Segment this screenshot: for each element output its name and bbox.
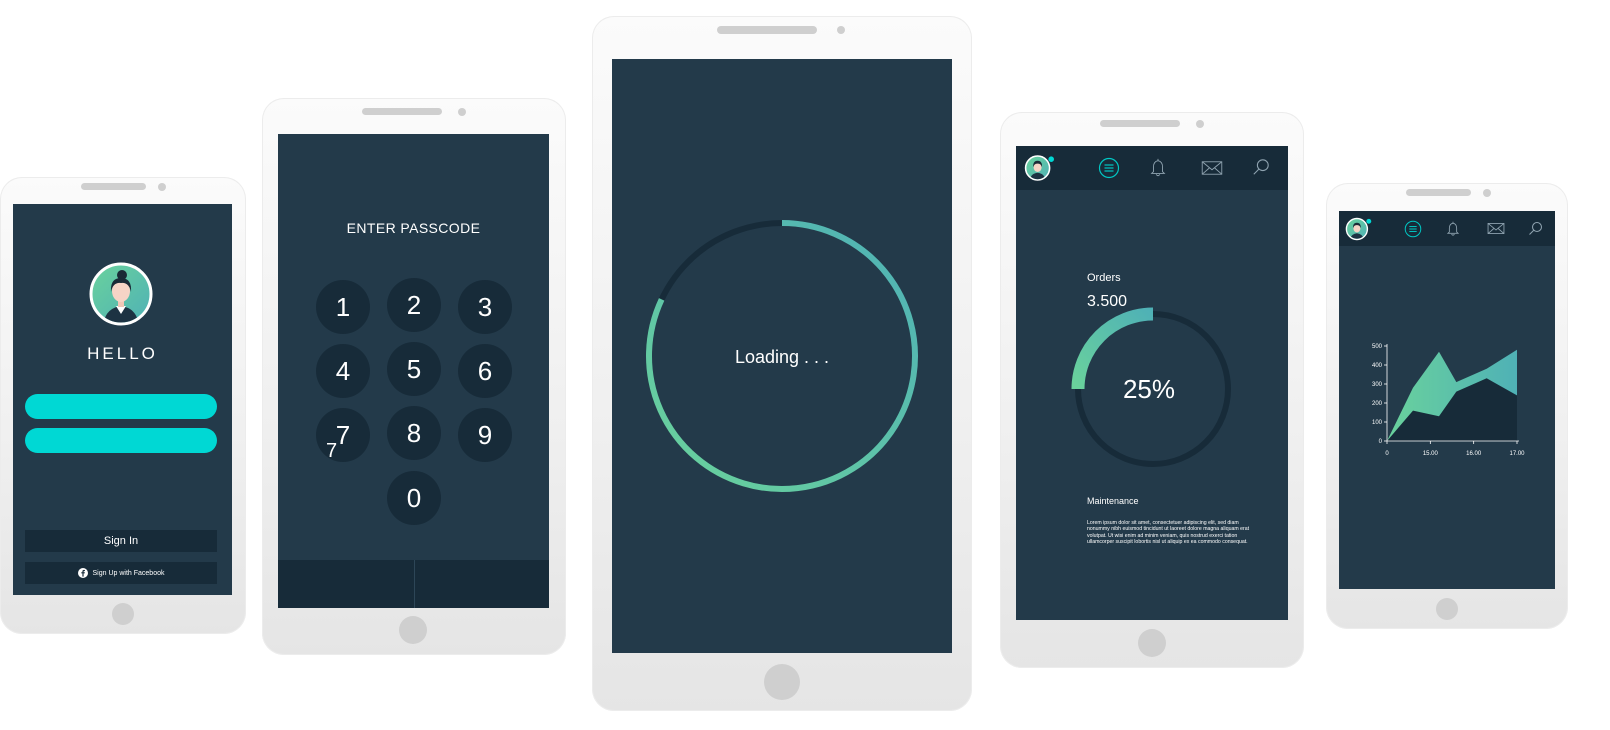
passcode-screen: ENTER PASSCODE 1 2 3 4 5 6 7 8 9 7 0 bbox=[278, 134, 549, 608]
maintenance-text: Lorem ipsum dolor sit amet, consectetuer… bbox=[1087, 520, 1250, 546]
y-tick-label: 300 bbox=[1372, 382, 1383, 388]
key-0[interactable]: 0 bbox=[387, 471, 441, 525]
chart-screen: 0 100 200 300 400 500 0 15.00 16.00 17.00 bbox=[1339, 211, 1555, 589]
key-2[interactable]: 2 bbox=[387, 278, 441, 332]
facebook-row: Sign Up with Facebook bbox=[25, 568, 217, 578]
key-9[interactable]: 9 bbox=[458, 408, 512, 462]
home-button[interactable] bbox=[764, 664, 800, 700]
x-tick-label: 16.00 bbox=[1466, 451, 1482, 457]
key-4[interactable]: 4 bbox=[316, 344, 370, 398]
password-input[interactable] bbox=[25, 428, 217, 453]
speaker bbox=[81, 183, 146, 190]
hello-title: HELLO bbox=[87, 344, 158, 363]
y-tick-label: 0 bbox=[1379, 439, 1383, 445]
speaker bbox=[362, 108, 442, 115]
avatar bbox=[89, 262, 153, 326]
y-tick-label: 200 bbox=[1372, 401, 1383, 407]
sign-in-button[interactable]: Sign In bbox=[25, 530, 217, 552]
loading-screen: Loading . . . bbox=[612, 59, 952, 653]
passcode-title: ENTER PASSCODE bbox=[346, 220, 481, 236]
area-chart: 0 100 200 300 400 500 0 15.00 16.00 17.00 bbox=[1372, 344, 1525, 457]
login-screen: HELLO Sign In Sign Up with Facebook bbox=[13, 204, 232, 595]
home-button[interactable] bbox=[1138, 629, 1166, 657]
sign-in-label: Sign In bbox=[103, 535, 139, 547]
y-tick-label: 100 bbox=[1372, 420, 1383, 426]
orders-percent: 25% bbox=[1122, 374, 1176, 404]
camera bbox=[1196, 120, 1204, 128]
x-tick-label: 15.00 bbox=[1423, 451, 1439, 457]
key-8[interactable]: 8 bbox=[387, 406, 441, 460]
bottom-right-button[interactable] bbox=[414, 560, 550, 608]
speaker bbox=[1406, 189, 1471, 196]
loading-label: Loading . . . bbox=[734, 347, 830, 367]
facebook-signup-button[interactable]: Sign Up with Facebook bbox=[25, 562, 217, 584]
passcode-bottom-bar bbox=[278, 560, 549, 608]
camera bbox=[837, 26, 845, 34]
key-7[interactable]: 7 bbox=[316, 408, 370, 462]
speaker bbox=[1100, 120, 1180, 127]
stray-digit: 7 bbox=[326, 440, 338, 462]
speaker bbox=[717, 26, 817, 34]
facebook-icon bbox=[77, 568, 88, 578]
camera bbox=[1483, 189, 1491, 197]
home-button[interactable] bbox=[112, 603, 134, 625]
phone-login: HELLO Sign In Sign Up with Facebook bbox=[0, 177, 246, 634]
key-6[interactable]: 6 bbox=[458, 344, 512, 398]
facebook-label: Sign Up with Facebook bbox=[92, 569, 165, 577]
x-tick-label: 0 bbox=[1385, 451, 1389, 457]
key-3[interactable]: 3 bbox=[458, 280, 512, 334]
username-input[interactable] bbox=[25, 394, 217, 419]
home-button[interactable] bbox=[399, 616, 427, 644]
key-5[interactable]: 5 bbox=[387, 342, 441, 396]
camera bbox=[458, 108, 466, 116]
phone-dashboard: Orders 3.500 25% Maintenance Lorem ipsum… bbox=[1000, 112, 1304, 668]
tablet-loading: Loading . . . bbox=[592, 16, 972, 711]
phone-chart: 0 100 200 300 400 500 0 15.00 16.00 17.00 bbox=[1326, 183, 1568, 629]
bottom-left-button[interactable] bbox=[278, 560, 414, 608]
key-1[interactable]: 1 bbox=[316, 280, 370, 334]
phone-passcode: ENTER PASSCODE 1 2 3 4 5 6 7 8 9 7 0 bbox=[262, 98, 566, 655]
x-tick-label: 17.00 bbox=[1509, 451, 1525, 457]
maintenance-label: Maintenance bbox=[1087, 496, 1139, 506]
y-tick-label: 400 bbox=[1372, 363, 1383, 369]
y-tick-label: 500 bbox=[1372, 344, 1383, 350]
camera bbox=[158, 183, 166, 191]
home-button[interactable] bbox=[1436, 598, 1458, 620]
dashboard-screen: Orders 3.500 25% Maintenance Lorem ipsum… bbox=[1016, 146, 1288, 620]
